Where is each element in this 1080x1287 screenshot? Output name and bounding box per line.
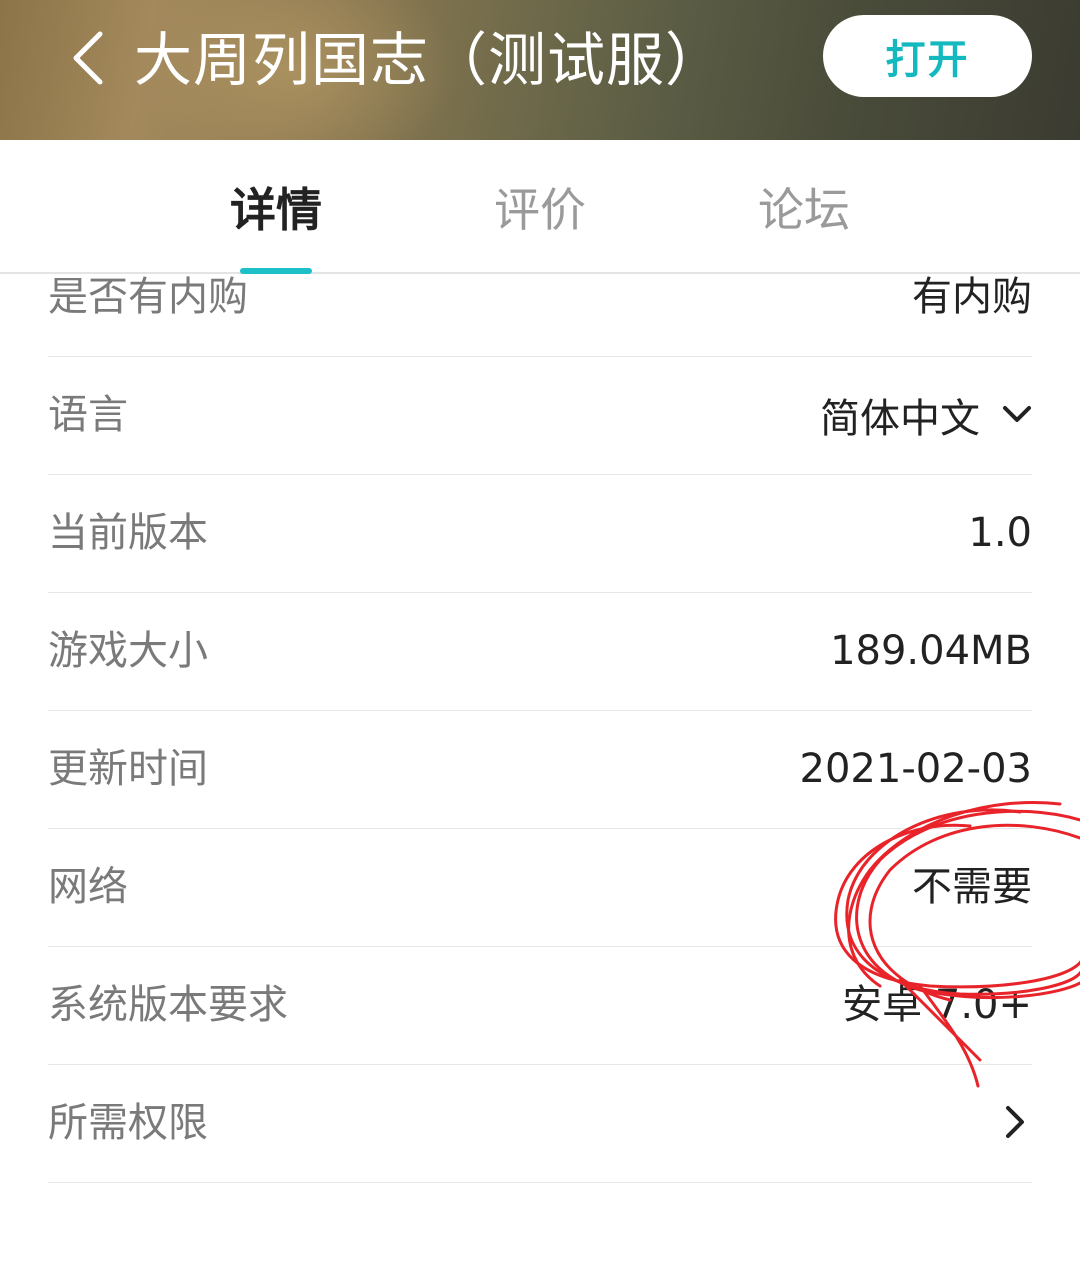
tab-details[interactable]: 详情 <box>230 180 322 240</box>
app-header: 大周列国志（测试服） 打开 <box>0 0 1080 140</box>
detail-value: 安卓 7.0+ <box>842 982 1032 1028</box>
detail-value: 不需要 <box>912 864 1032 910</box>
detail-row-update-time: 更新时间 2021-02-03 <box>48 710 1032 829</box>
app-title: 大周列国志（测试服） <box>134 26 725 94</box>
detail-value: 189.04MB <box>830 628 1032 674</box>
detail-label: 语言 <box>48 392 128 438</box>
detail-label: 所需权限 <box>48 1100 208 1146</box>
detail-value: 1.0 <box>968 510 1032 556</box>
detail-value: 有内购 <box>912 274 1032 320</box>
detail-label: 系统版本要求 <box>48 982 288 1028</box>
language-selector[interactable]: 简体中文 <box>820 356 1032 474</box>
detail-row-permissions[interactable]: 所需权限 <box>48 1064 1032 1183</box>
chevron-right-icon[interactable] <box>996 1102 1032 1142</box>
detail-label: 网络 <box>48 864 128 910</box>
detail-label: 当前版本 <box>48 510 208 556</box>
back-button[interactable] <box>58 22 118 94</box>
detail-label: 游戏大小 <box>48 628 208 674</box>
detail-label: 是否有内购 <box>48 274 248 320</box>
detail-row-language[interactable]: 语言 简体中文 <box>48 356 1032 475</box>
details-list: 是否有内购 有内购 语言 简体中文 当前版本 1.0 游戏大小 189.04MB… <box>0 274 1080 1287</box>
chevron-left-icon <box>73 31 103 85</box>
tab-bar: 详情 评价 论坛 <box>0 140 1080 274</box>
detail-value: 简体中文 <box>820 396 980 442</box>
tab-forum[interactable]: 论坛 <box>758 180 850 240</box>
detail-label: 更新时间 <box>48 746 208 792</box>
detail-row-os-requirement: 系统版本要求 安卓 7.0+ <box>48 946 1032 1065</box>
detail-row-network: 网络 不需要 <box>48 828 1032 947</box>
chevron-down-icon <box>1003 406 1031 422</box>
open-button[interactable]: 打开 <box>823 15 1032 97</box>
tab-reviews[interactable]: 评价 <box>494 180 586 240</box>
detail-row-in-app-purchase: 是否有内购 有内购 <box>48 274 1032 357</box>
detail-value: 2021-02-03 <box>799 746 1032 792</box>
detail-row-version: 当前版本 1.0 <box>48 474 1032 593</box>
detail-row-size: 游戏大小 189.04MB <box>48 592 1032 711</box>
